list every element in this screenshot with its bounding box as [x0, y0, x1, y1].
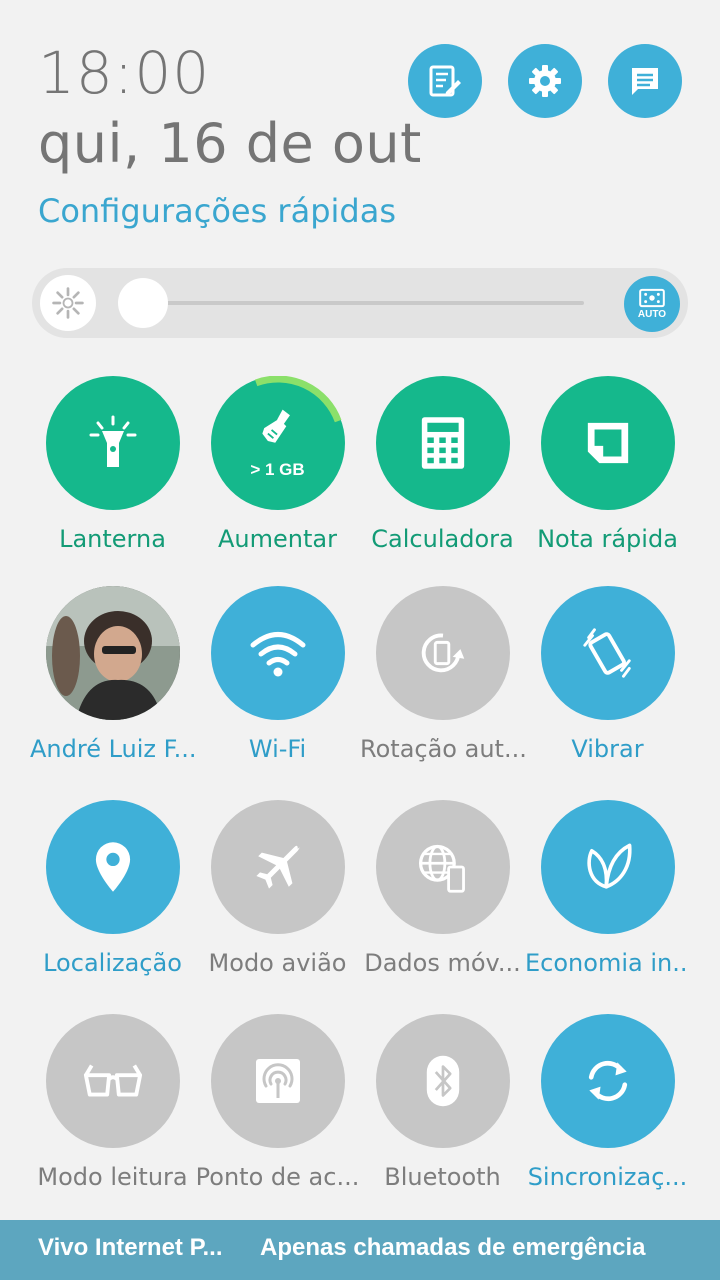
tile-vibrate[interactable]: Vibrar — [525, 586, 690, 764]
mobile-data-icon — [418, 844, 465, 893]
hotspot-icon — [255, 1059, 300, 1103]
tile-label: Modo leitura — [37, 1163, 188, 1191]
tile-label: Wi-Fi — [248, 735, 307, 763]
bluetooth-icon — [426, 1055, 459, 1107]
tile-label: Rotação aut... — [360, 735, 525, 763]
tile-wifi[interactable]: Wi-Fi — [195, 586, 360, 764]
brightness-track[interactable] — [130, 301, 584, 305]
reading-mode-toggle[interactable] — [45, 1014, 180, 1148]
boost-badge: > 1 GB — [250, 460, 305, 479]
wifi-toggle[interactable] — [210, 586, 345, 720]
tile-label: Economia in... — [525, 949, 690, 977]
tile-user-profile[interactable]: André Luiz F... — [30, 586, 195, 764]
date-label: qui, 16 de out — [38, 112, 422, 175]
clock-time: 18:00 — [38, 39, 211, 107]
tile-bluetooth[interactable]: Bluetooth — [360, 1014, 525, 1192]
tile-location[interactable]: Localização — [30, 800, 195, 978]
edit-quick-settings-button[interactable] — [408, 44, 482, 118]
leaf-icon — [586, 843, 632, 889]
tile-label: Lanterna — [59, 525, 166, 553]
boost-toggle[interactable]: > 1 GB — [210, 376, 345, 510]
sync-toggle[interactable] — [540, 1014, 675, 1148]
flashlight-icon — [89, 415, 136, 467]
tile-auto-rotate[interactable]: Rotação aut... — [360, 586, 525, 764]
sync-icon — [588, 1060, 627, 1102]
gear-icon — [529, 65, 561, 97]
edit-list-icon — [429, 65, 461, 97]
vibrate-toggle[interactable] — [540, 586, 675, 720]
bluetooth-toggle[interactable] — [375, 1014, 510, 1148]
tile-sync[interactable]: Sincronizaç... — [525, 1014, 690, 1192]
vibrate-icon — [582, 628, 631, 678]
tile-calculator[interactable]: Calculadora — [360, 376, 525, 554]
notifications-button[interactable] — [608, 44, 682, 118]
brightness-slider[interactable]: AUTO — [32, 268, 688, 338]
avatar[interactable] — [45, 586, 180, 720]
auto-brightness-button[interactable]: AUTO — [624, 276, 680, 332]
tile-label: Bluetooth — [384, 1163, 501, 1191]
tile-label: Dados móv... — [364, 949, 521, 977]
tile-label: Calculadora — [371, 525, 514, 553]
location-pin-icon — [95, 842, 130, 892]
quick-note-toggle[interactable] — [540, 376, 675, 510]
mobile-data-toggle[interactable] — [375, 800, 510, 934]
wifi-icon — [250, 632, 305, 677]
tile-quick-note[interactable]: Nota rápida — [525, 376, 690, 554]
tile-airplane-mode[interactable]: Modo avião — [195, 800, 360, 978]
carrier-status-bar: Vivo Internet P... Apenas chamadas de em… — [0, 1220, 720, 1280]
tile-label: Sincronizaç... — [527, 1163, 688, 1191]
tile-boost[interactable]: > 1 GB Aumentar — [195, 376, 360, 554]
tile-label: Modo avião — [208, 949, 347, 977]
tile-label: Nota rápida — [537, 525, 678, 553]
tile-label: Localização — [43, 949, 182, 977]
settings-button[interactable] — [508, 44, 582, 118]
quick-note-icon — [587, 422, 628, 464]
tile-hotspot[interactable]: Ponto de ac... — [195, 1014, 360, 1192]
emergency-calls-label: Apenas chamadas de emergência — [260, 1234, 646, 1261]
brightness-icon — [40, 275, 96, 331]
tile-label: Aumentar — [218, 525, 337, 553]
tile-label: Ponto de ac... — [195, 1163, 360, 1191]
carrier-label: Vivo Internet P... — [38, 1234, 223, 1261]
tile-reading-mode[interactable]: Modo leitura — [30, 1014, 195, 1192]
auto-rotate-icon — [421, 633, 464, 673]
hotspot-toggle[interactable] — [210, 1014, 345, 1148]
auto-brightness-icon — [639, 288, 665, 308]
tile-mobile-data[interactable]: Dados móv... — [360, 800, 525, 978]
glasses-icon — [83, 1064, 142, 1097]
location-toggle[interactable] — [45, 800, 180, 934]
quick-settings-title: Configurações rápidas — [38, 192, 396, 230]
calculator-icon — [421, 417, 464, 469]
tile-power-saving[interactable]: Economia in... — [525, 800, 690, 978]
auto-label: AUTO — [637, 309, 667, 320]
notifications-list-icon — [632, 68, 658, 95]
airplane-icon — [255, 845, 300, 889]
flashlight-toggle[interactable] — [45, 376, 180, 510]
tile-label: Vibrar — [571, 735, 644, 763]
calculator-toggle[interactable] — [375, 376, 510, 510]
tile-label: André Luiz F... — [30, 735, 195, 763]
brightness-knob[interactable] — [118, 278, 169, 328]
boost-progress-ring — [254, 376, 341, 423]
airplane-mode-toggle[interactable] — [210, 800, 345, 934]
tile-flashlight[interactable]: Lanterna — [30, 376, 195, 554]
auto-rotate-toggle[interactable] — [375, 586, 510, 720]
avatar-photo — [45, 586, 180, 720]
power-saving-toggle[interactable] — [540, 800, 675, 934]
